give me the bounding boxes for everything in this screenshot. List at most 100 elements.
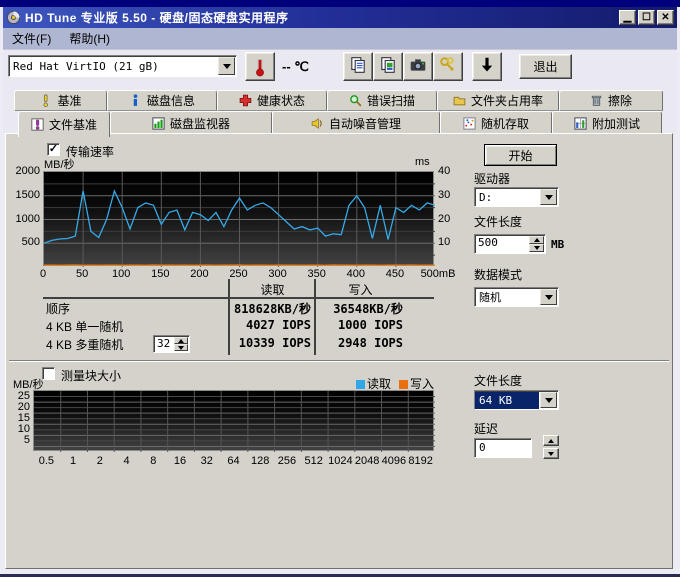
chart1-ytick-right: 20	[438, 213, 462, 225]
table-row-label: 4 KB 多重随机	[46, 336, 123, 353]
block-file-length-label: 文件长度	[474, 372, 522, 389]
queue-depth-down-icon[interactable]	[174, 344, 188, 351]
table-write-value: 36548KB/秒	[319, 300, 403, 317]
copy-text-button[interactable]	[343, 52, 373, 81]
exclamation-yellow-icon	[39, 94, 52, 107]
minimize-button[interactable]: ▁	[619, 10, 636, 25]
delay-up-icon[interactable]	[543, 435, 559, 446]
chart1-xtick: 250	[223, 268, 255, 280]
folder-icon	[453, 94, 466, 107]
save-arrow-button[interactable]	[472, 52, 502, 81]
tab-label: 磁盘监视器	[170, 115, 230, 132]
save-arrow-icon	[478, 56, 496, 77]
menu-item-0[interactable]: 文件(F)	[3, 28, 60, 49]
chevron-down-icon[interactable]	[218, 57, 235, 75]
file-length-down-icon[interactable]	[529, 244, 544, 252]
tab-擦除[interactable]: 擦除	[559, 90, 663, 111]
tab-自动噪音管理[interactable]: 自动噪音管理	[272, 111, 440, 135]
tab-label: 擦除	[608, 92, 632, 109]
file-length-stepper[interactable]: 500	[474, 234, 546, 254]
exit-button[interactable]: 退出	[519, 54, 572, 79]
screenshot-camera-button[interactable]	[403, 52, 433, 81]
chart1-y-right-title: ms	[415, 156, 430, 168]
file-length-label: 文件长度	[474, 213, 522, 230]
tab-strip: 基准磁盘信息健康状态错误扫描文件夹占用率擦除 文件基准磁盘监视器自动噪音管理随机…	[3, 84, 677, 133]
chart1-xtick: 300	[262, 268, 294, 280]
legend-swatch	[399, 380, 408, 389]
delay-label: 延迟	[474, 420, 498, 437]
block-size-chart	[33, 390, 434, 451]
chevron-down-icon[interactable]	[540, 189, 557, 205]
trash-icon	[590, 94, 603, 107]
close-button[interactable]: ✕	[657, 10, 674, 25]
tab-磁盘监视器[interactable]: 磁盘监视器	[110, 111, 272, 135]
drive-label: 驱动器	[474, 170, 510, 187]
copy-image-button[interactable]	[373, 52, 403, 81]
bar-chart-icon	[152, 117, 165, 130]
table-row-label: 顺序	[46, 300, 70, 317]
window-title: HD Tune 专业版 5.50 - 硬盘/固态硬盘实用程序	[25, 9, 617, 26]
table-write-value: 2948 IOPS	[319, 336, 403, 350]
menu-bar: 文件(F)帮助(H)	[3, 28, 677, 49]
tab-磁盘信息[interactable]: 磁盘信息	[107, 90, 217, 111]
block-size-label: 测量块大小	[61, 367, 121, 384]
tab-文件夹占用率[interactable]: 文件夹占用率	[437, 90, 559, 111]
tab-文件基准[interactable]: 文件基准	[18, 111, 110, 137]
block-size-combobox[interactable]: 64 KB	[474, 390, 559, 410]
tab-label: 自动噪音管理	[329, 115, 401, 132]
tab-label: 健康状态	[257, 92, 305, 109]
chart1-xtick: 100	[105, 268, 137, 280]
tab-健康状态[interactable]: 健康状态	[217, 90, 327, 111]
drive-combobox[interactable]: D:	[474, 187, 559, 207]
thermometer-icon	[253, 57, 267, 77]
tab-附加测试[interactable]: 附加测试	[552, 111, 662, 135]
chart1-ytick-right: 10	[438, 236, 462, 248]
tab-label: 基准	[57, 92, 81, 109]
menu-item-1[interactable]: 帮助(H)	[60, 28, 119, 49]
chart1-ytick-left: 500	[12, 236, 40, 248]
table-divider-2	[314, 279, 316, 355]
tab-label: 随机存取	[481, 115, 529, 132]
queue-depth-up-icon[interactable]	[174, 337, 188, 344]
tab-label: 文件夹占用率	[471, 92, 543, 109]
app-icon	[6, 10, 21, 25]
chevron-down-icon[interactable]	[540, 289, 557, 305]
title-bar[interactable]: HD Tune 专业版 5.50 - 硬盘/固态硬盘实用程序 ▁ ☐ ✕	[3, 7, 677, 28]
magnifier-icon	[349, 94, 362, 107]
exclamation-purple-icon	[31, 118, 44, 131]
maximize-button[interactable]: ☐	[638, 10, 655, 25]
chart2-ytick: 5	[8, 434, 30, 446]
extra-tests-icon	[574, 117, 587, 130]
chart1-xtick: 400	[340, 268, 372, 280]
transfer-rate-chart	[43, 171, 434, 266]
file-benchmark-page: ✓ 传输速率 MB/秒 ms 读取 写入 顺序818628KB/秒36548KB…	[5, 133, 673, 569]
chart1-y-left-title: MB/秒	[44, 156, 75, 172]
file-length-value: 500	[475, 235, 528, 253]
delay-down-icon[interactable]	[543, 448, 559, 459]
queue-depth-stepper[interactable]: 32	[153, 335, 190, 353]
drive-select[interactable]: Red Hat VirtIO (21 gB)	[8, 55, 237, 77]
chart1-ytick-left: 2000	[12, 165, 40, 177]
window-controls: ▁ ☐ ✕	[617, 10, 674, 25]
temperature-button[interactable]	[245, 52, 275, 81]
speaker-icon	[311, 117, 324, 130]
chevron-down-icon[interactable]	[540, 392, 557, 408]
start-button[interactable]: 开始	[484, 144, 557, 166]
keys-icon	[439, 56, 457, 77]
table-read-value: 818628KB/秒	[196, 300, 311, 317]
file-length-unit: MB	[551, 238, 564, 251]
table-row-label: 4 KB 单一随机	[46, 318, 123, 335]
tab-基准[interactable]: 基准	[14, 90, 107, 111]
queue-depth-value: 32	[154, 336, 173, 352]
legend-swatch	[356, 380, 365, 389]
tab-错误扫描[interactable]: 错误扫描	[327, 90, 437, 111]
keys-button[interactable]	[433, 52, 463, 81]
delay-input[interactable]: 0	[474, 438, 532, 458]
tab-随机存取[interactable]: 随机存取	[440, 111, 552, 135]
data-pattern-combobox[interactable]: 随机	[474, 287, 559, 307]
chart1-xtick: 50	[66, 268, 98, 280]
transfer-rate-checkbox[interactable]: ✓	[47, 143, 60, 156]
health-cross-icon	[239, 94, 252, 107]
data-pattern-label: 数据模式	[474, 266, 522, 283]
file-length-up-icon[interactable]	[529, 236, 544, 244]
